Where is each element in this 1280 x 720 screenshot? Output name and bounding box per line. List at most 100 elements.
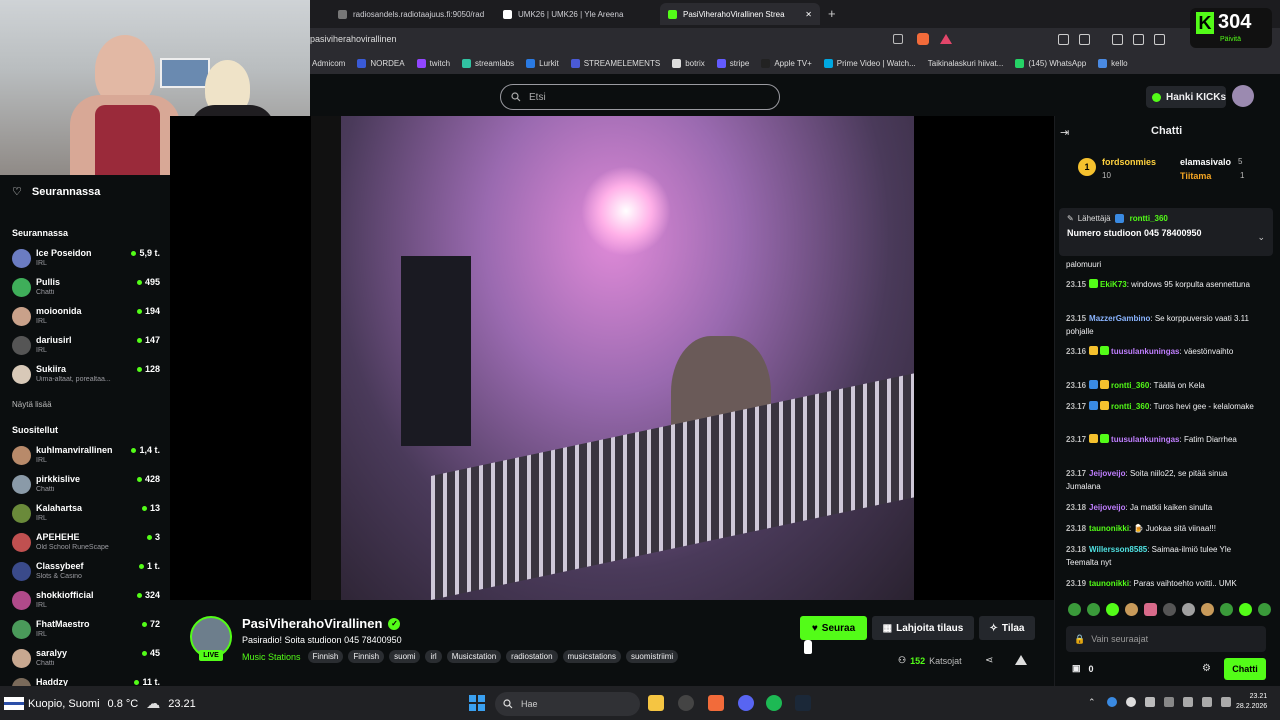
- search-input[interactable]: Etsi: [500, 84, 780, 110]
- emote-icon[interactable]: [1087, 603, 1100, 616]
- bookmark[interactable]: stripe: [716, 58, 749, 68]
- streamer-name[interactable]: PasiViherahoVirallinen ✓: [242, 616, 401, 631]
- emote-icon[interactable]: [1068, 603, 1081, 616]
- sidebar-following-header[interactable]: ♡ Seurannassa: [12, 185, 100, 199]
- emote-icon[interactable]: [1144, 603, 1157, 616]
- show-more-link[interactable]: Näytä lisää: [12, 400, 52, 409]
- network-icon[interactable]: [1202, 697, 1212, 707]
- discord-icon[interactable]: [738, 695, 754, 711]
- tray-app-icon[interactable]: [1126, 697, 1136, 707]
- sidebar-channel[interactable]: Pullis Chatti 495: [12, 275, 162, 304]
- tray-app-icon[interactable]: [1164, 697, 1174, 707]
- tray-app-icon[interactable]: [1107, 697, 1117, 707]
- bookmark[interactable]: Apple TV+: [761, 58, 812, 68]
- top-gifter-name[interactable]: fordsonmies: [1102, 157, 1156, 167]
- extensions-icon[interactable]: [1058, 34, 1069, 45]
- tag[interactable]: musicstations: [562, 650, 621, 663]
- chrome-icon[interactable]: [678, 695, 694, 711]
- sidebar-channel[interactable]: Ice Poseidon IRL 5,9 t.: [12, 246, 162, 275]
- close-tab-icon[interactable]: ✕: [805, 10, 812, 19]
- emote-icon[interactable]: [1182, 603, 1195, 616]
- follow-button[interactable]: ♥ Seuraa: [800, 616, 867, 640]
- bookmark[interactable]: twitch: [416, 58, 450, 68]
- bookmark[interactable]: STREAMELEMENTS: [570, 58, 660, 68]
- sidebar-channel[interactable]: kuhlmanvirallinen IRL 1,4 t.: [12, 443, 162, 472]
- emote-icon[interactable]: [1106, 603, 1119, 616]
- sidebar-channel[interactable]: Sukiira Uima-altaat, porealtaa... 128: [12, 362, 162, 391]
- emote-icon[interactable]: [1163, 603, 1176, 616]
- file-explorer-icon[interactable]: [648, 695, 664, 711]
- browser-tab-radio[interactable]: radiosandels.radiotaajuus.fi:9050/rad: [330, 3, 490, 25]
- bookmark[interactable]: NORDEA: [357, 58, 405, 68]
- chevron-down-icon[interactable]: ⌄: [1257, 232, 1265, 243]
- sidebar-channel[interactable]: dariusirl IRL 147: [12, 333, 162, 362]
- screenshot-icon[interactable]: [1079, 34, 1090, 45]
- chevron-up-icon[interactable]: ⌃: [1088, 697, 1098, 707]
- bookmark[interactable]: Lurkit: [526, 58, 559, 68]
- user-avatar[interactable]: [1232, 85, 1254, 107]
- bookmark[interactable]: Admicom: [312, 59, 345, 68]
- sidebar-icon[interactable]: [1133, 34, 1144, 45]
- bookmark[interactable]: botrix: [672, 58, 705, 68]
- share-icon[interactable]: [893, 34, 903, 44]
- channel-points[interactable]: ▣ 0: [1072, 663, 1094, 674]
- new-tab-button[interactable]: +: [828, 6, 836, 21]
- tag[interactable]: Finnish: [348, 650, 385, 663]
- gifter-name[interactable]: Tiitama: [1180, 171, 1211, 181]
- report-icon[interactable]: [1015, 655, 1027, 665]
- send-chat-button[interactable]: Chatti: [1224, 658, 1266, 680]
- sidebar-channel[interactable]: Kalahartsa IRL 13: [12, 501, 162, 530]
- video-frame[interactable]: [311, 116, 914, 600]
- taskbar-search[interactable]: Hae: [495, 692, 640, 716]
- sidebar-channel[interactable]: APEHEHE Old School RuneScape 3: [12, 530, 162, 559]
- sidebar-channel[interactable]: FhatMaestro IRL 72: [12, 617, 162, 646]
- update-label[interactable]: Päivitä: [1220, 36, 1241, 43]
- gift-sub-button[interactable]: ▦ Lahjoita tilaus: [872, 616, 974, 640]
- bookmark[interactable]: Taikinalaskuri hiivat...: [928, 59, 1004, 68]
- url-field[interactable]: pasiviherahovirallinen: [310, 34, 397, 44]
- system-clock[interactable]: 23.21 28.2.2026: [1236, 692, 1267, 712]
- microphone-icon[interactable]: [1183, 697, 1193, 707]
- weather-widget[interactable]: Kuopio, Suomi 0.8 °C ☁ 23.21: [28, 695, 196, 712]
- sidebar-channel[interactable]: pirkkislive Chatti 428: [12, 472, 162, 501]
- emote-icon[interactable]: [1239, 603, 1252, 616]
- category-link[interactable]: Music Stations: [242, 652, 301, 662]
- tray-app-icon[interactable]: [1145, 697, 1155, 707]
- chat-input[interactable]: 🔒 Vain seuraajat: [1066, 626, 1266, 652]
- collapse-chat-icon[interactable]: ⇥: [1060, 126, 1069, 139]
- bookmark[interactable]: (145) WhatsApp: [1015, 58, 1086, 68]
- gifter-name[interactable]: elamasivalo: [1180, 157, 1231, 167]
- tag[interactable]: radiostation: [506, 650, 558, 663]
- brave-shield-icon[interactable]: [917, 33, 929, 45]
- sidebar-channel[interactable]: Classybeef Slots & Casino 1 t.: [12, 559, 162, 588]
- bookmark[interactable]: Prime Video | Watch...: [823, 58, 916, 68]
- sidebar-channel[interactable]: Haddzy 11 t.: [12, 675, 162, 686]
- media-icon[interactable]: [1112, 34, 1123, 45]
- steam-icon[interactable]: [795, 695, 811, 711]
- emote-icon[interactable]: [1220, 603, 1233, 616]
- volume-icon[interactable]: [1221, 697, 1231, 707]
- share-icon[interactable]: ⋖: [985, 655, 993, 666]
- tag[interactable]: suomi: [389, 650, 421, 663]
- windows-start-icon[interactable]: [469, 695, 485, 711]
- emote-icon[interactable]: [1258, 603, 1271, 616]
- tag[interactable]: Musicstation: [446, 650, 502, 663]
- emote-icon[interactable]: [1201, 603, 1214, 616]
- bookmark[interactable]: streamlabs: [462, 58, 514, 68]
- gear-icon[interactable]: ⚙: [1202, 663, 1211, 674]
- sidebar-channel[interactable]: shokkiofficial IRL 324: [12, 588, 162, 617]
- browser-tab-kick[interactable]: PasiViherahoVirallinen Strea ✕: [660, 3, 820, 25]
- subscribe-button[interactable]: ✧ Tilaa: [979, 616, 1035, 640]
- tag[interactable]: Finnish: [307, 650, 344, 663]
- tag[interactable]: suomistriimi: [625, 650, 679, 663]
- brave-icon[interactable]: [708, 695, 724, 711]
- browser-tab-yle[interactable]: UMK26 | UMK26 | Yle Areena: [495, 3, 655, 25]
- sidebar-channel[interactable]: saralyy Chatti 45: [12, 646, 162, 675]
- wallet-icon[interactable]: [1154, 34, 1165, 45]
- bookmark[interactable]: kello: [1098, 58, 1128, 68]
- spotify-icon[interactable]: [766, 695, 782, 711]
- brave-rewards-icon[interactable]: [940, 34, 952, 44]
- sidebar-channel[interactable]: moioonida IRL 194: [12, 304, 162, 333]
- tag[interactable]: irl: [425, 650, 442, 663]
- get-kicks-button[interactable]: Hanki KICKs: [1146, 86, 1226, 108]
